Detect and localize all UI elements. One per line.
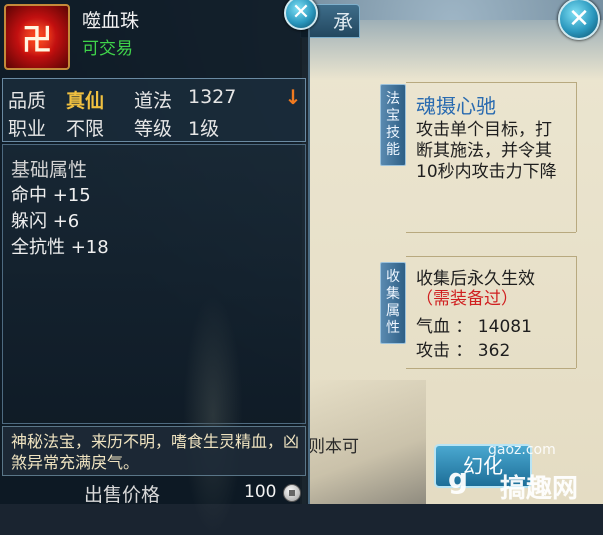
- sell-price-label: 出售价格: [84, 484, 161, 506]
- attributes-box: 基础属性 命中 +15 躲闪 +6 全抗性 +18: [2, 144, 306, 535]
- close-icon[interactable]: ✕: [558, 0, 600, 40]
- coin-icon: [283, 484, 301, 502]
- sell-price-value: 100: [244, 482, 277, 502]
- watermark-name: 搞趣网: [500, 474, 579, 504]
- blood-orb-icon: 卍: [4, 4, 70, 70]
- arrow-down-icon: ↓: [284, 85, 302, 109]
- skill-tag: 法宝技能: [380, 84, 406, 166]
- class-value: 不限: [66, 118, 105, 140]
- divider: [406, 368, 576, 369]
- level-value: 1级: [188, 118, 220, 140]
- skill-description: 攻击单个目标，打断其施法，并令其10秒内攻击力下降: [416, 120, 557, 182]
- item-name: 噬血珠: [82, 10, 140, 32]
- attribute-line: 全抗性 +18: [11, 237, 109, 258]
- description-box: 神秘法宝，来历不明，嗜食生灵精血，凶煞异常充满戾气。: [2, 426, 306, 476]
- skill-name: 魂摄心驰: [416, 94, 496, 118]
- divider: [406, 256, 576, 257]
- partial-text: 则本可: [308, 437, 359, 457]
- attribute-line: 命中 +15: [11, 185, 91, 206]
- collect-stat-attack: 攻击 ： 362: [416, 341, 511, 361]
- daofa-value: 1327: [188, 86, 237, 108]
- divider: [406, 232, 576, 233]
- daofa-label: 道法: [134, 90, 173, 112]
- level-label: 等级: [134, 118, 173, 140]
- divider: [406, 82, 576, 83]
- collect-tag: 收集属性: [380, 262, 406, 344]
- watermark-site: gaoz.com: [488, 442, 556, 458]
- attribute-line: 躲闪 +6: [11, 211, 80, 232]
- divider: [576, 256, 577, 368]
- divider: [576, 82, 577, 232]
- collect-requirement: （需装备过）: [416, 289, 518, 309]
- attributes-heading: 基础属性: [11, 159, 88, 181]
- trade-status: 可交易: [82, 39, 133, 59]
- item-description: 神秘法宝，来历不明，嗜食生灵精血，凶煞异常充满戾气。: [11, 432, 300, 472]
- quality-value: 真仙: [66, 90, 105, 112]
- item-detail-panel: 卍 噬血珠 可交易 品质 真仙 道法 1327 ↓ 职业 不限 等级 1级 基础…: [0, 0, 310, 535]
- watermark-logo: g: [448, 462, 469, 495]
- quality-label: 品质: [8, 90, 47, 112]
- class-label: 职业: [8, 118, 47, 140]
- background-figure: [183, 295, 243, 535]
- collect-stat-hp: 气血 ： 14081: [416, 317, 532, 337]
